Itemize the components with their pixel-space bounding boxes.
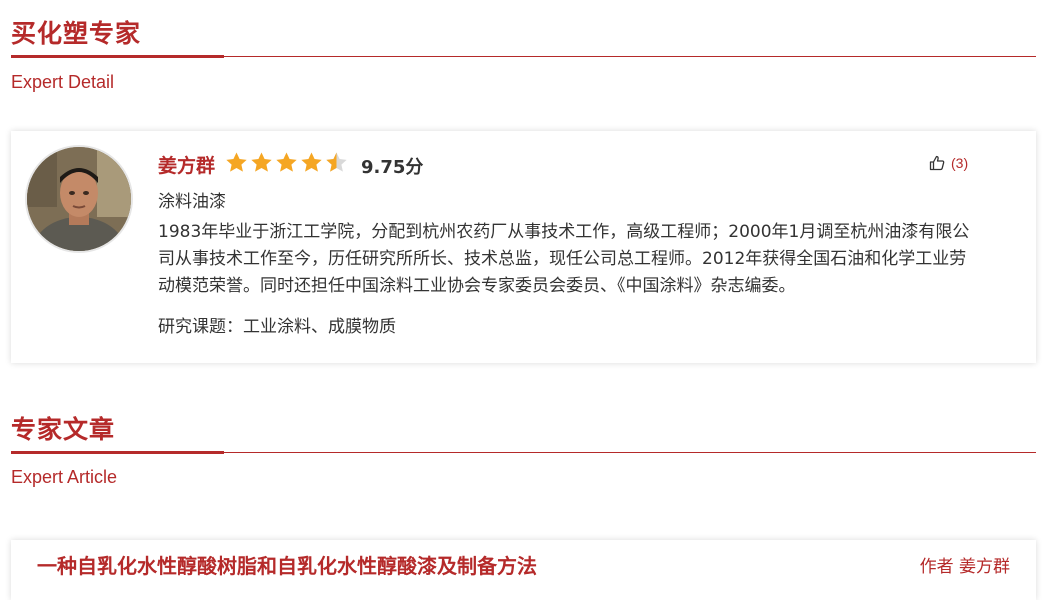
expert-bio: 1983年毕业于浙江工学院，分配到杭州农药厂从事技术工作，高级工程师；2000年… — [158, 222, 970, 296]
expert-category: 涂料油漆 — [158, 192, 226, 212]
star-icon — [276, 152, 297, 172]
expert-score: 9.75分 — [361, 157, 424, 178]
article-card: 一种自乳化水性醇酸树脂和自乳化水性醇酸漆及制备方法 作者 姜方群 — [11, 540, 1036, 600]
thumbs-up-icon — [929, 155, 945, 171]
rating-stars — [225, 151, 348, 177]
article-author: 作者 姜方群 — [919, 557, 1010, 577]
section-subtitle-detail: Expert Detail — [11, 72, 115, 92]
article-title-link[interactable]: 一种自乳化水性醇酸树脂和自乳化水性醇酸漆及制备方法 — [37, 550, 537, 579]
expert-card: 姜方群 9.75分 (3) 涂料油漆 1983年毕业于浙江工学院，分配到杭州农药… — [11, 131, 1036, 363]
star-icon — [301, 152, 322, 172]
half-star-icon — [326, 152, 347, 172]
expert-name: 姜方群 — [158, 155, 216, 177]
section-subtitle-articles: Expert Article — [11, 467, 118, 487]
expert-research-topics: 研究课题：工业涂料、成膜物质 — [158, 317, 396, 337]
section-divider-accent — [11, 451, 224, 454]
star-icon — [251, 152, 272, 172]
section-divider-accent — [11, 55, 224, 58]
avatar — [25, 145, 133, 253]
section-title-detail: 买化塑专家 — [11, 19, 142, 48]
section-title-articles: 专家文章 — [11, 415, 116, 444]
like-button[interactable]: (3) — [929, 155, 968, 171]
star-icon — [226, 152, 247, 172]
like-count: (3) — [951, 155, 969, 171]
